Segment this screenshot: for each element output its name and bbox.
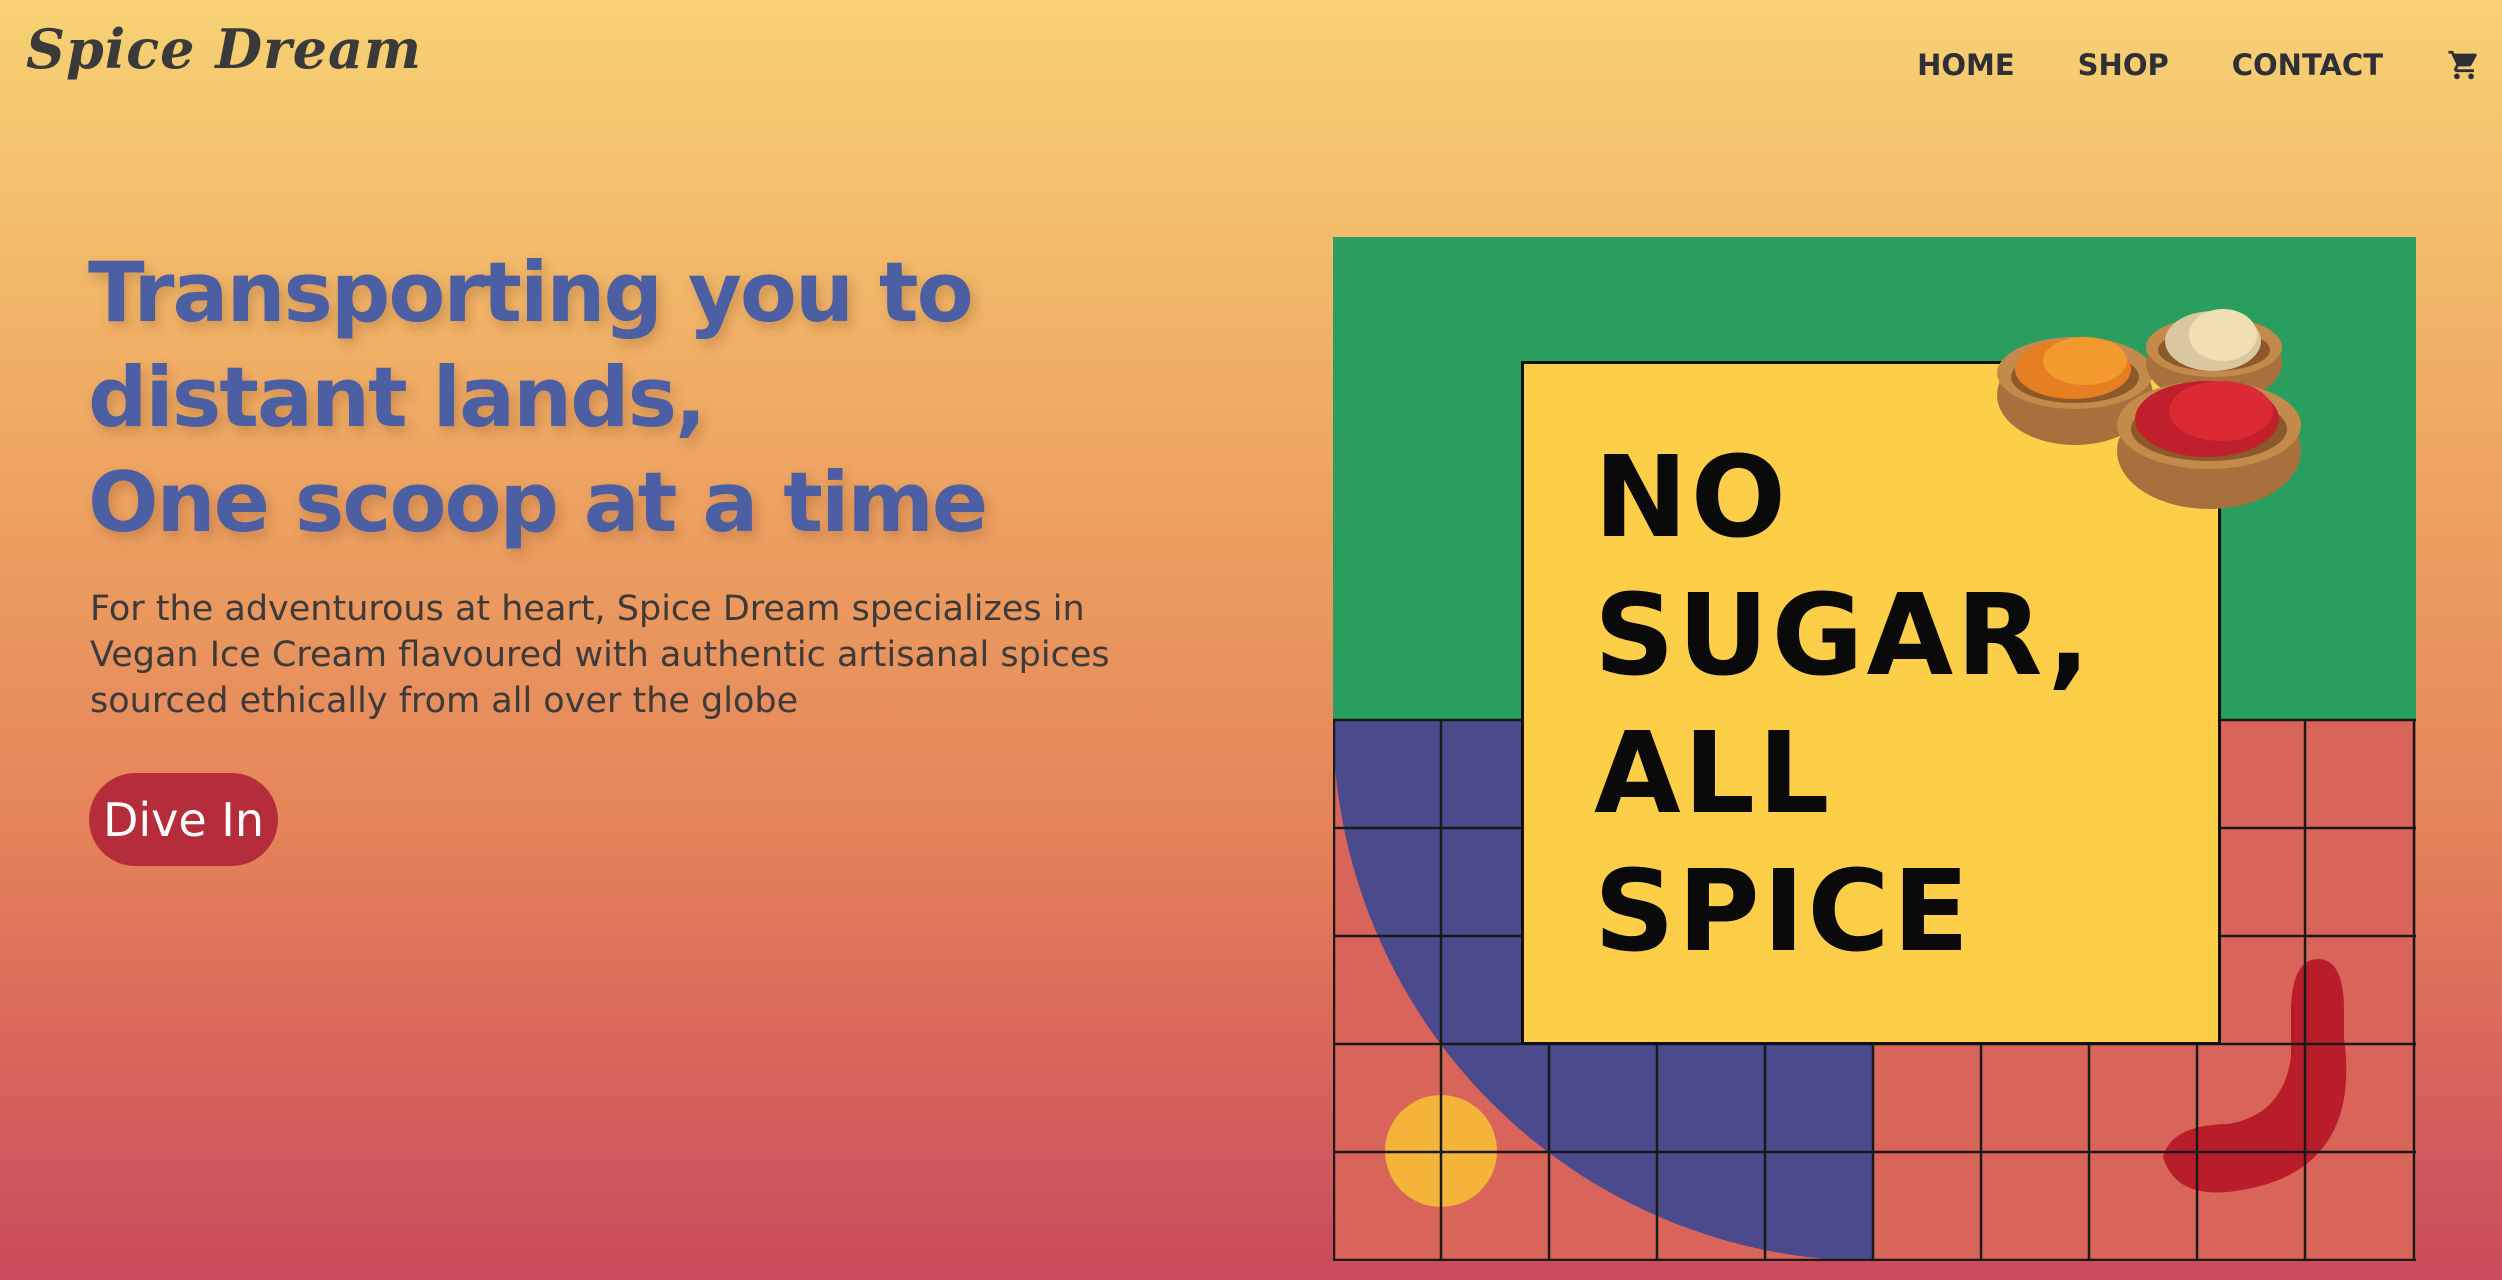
- hero-headline-line: One scoop at a time: [88, 454, 988, 551]
- hero-headline: Transporting you to distant lands, One s…: [88, 240, 988, 555]
- brand-logo[interactable]: Spice Dream: [26, 14, 422, 84]
- poster-illustration: NO SUGAR, ALL SPICE: [1333, 237, 2416, 1261]
- dive-in-button[interactable]: Dive In: [89, 773, 278, 866]
- nav-home-link[interactable]: HOME: [1917, 48, 2015, 82]
- main-nav: HOME SHOP CONTACT: [1917, 40, 2502, 90]
- slogan-line: SUGAR,: [1594, 571, 2094, 701]
- hero-description-line: sourced ethically from all over the glob…: [90, 681, 799, 721]
- nav-shop-link[interactable]: SHOP: [2078, 48, 2169, 82]
- spice-bowls-illustration: [1997, 309, 2301, 509]
- slogan-line: ALL: [1594, 709, 1833, 839]
- nav-contact-link[interactable]: CONTACT: [2232, 48, 2383, 82]
- hero-headline-line: Transporting you to: [88, 244, 974, 341]
- hero-description: For the adventurous at heart, Spice Drea…: [90, 586, 1190, 724]
- shopping-cart-icon[interactable]: [2447, 48, 2481, 82]
- hero-description-line: For the adventurous at heart, Spice Drea…: [90, 589, 1085, 629]
- red-spice-bowl: [2117, 381, 2301, 509]
- hero-description-line: Vegan Ice Cream flavoured with authentic…: [90, 635, 1110, 675]
- slogan-line: SPICE: [1594, 847, 1973, 977]
- hero-headline-line: distant lands,: [88, 349, 707, 446]
